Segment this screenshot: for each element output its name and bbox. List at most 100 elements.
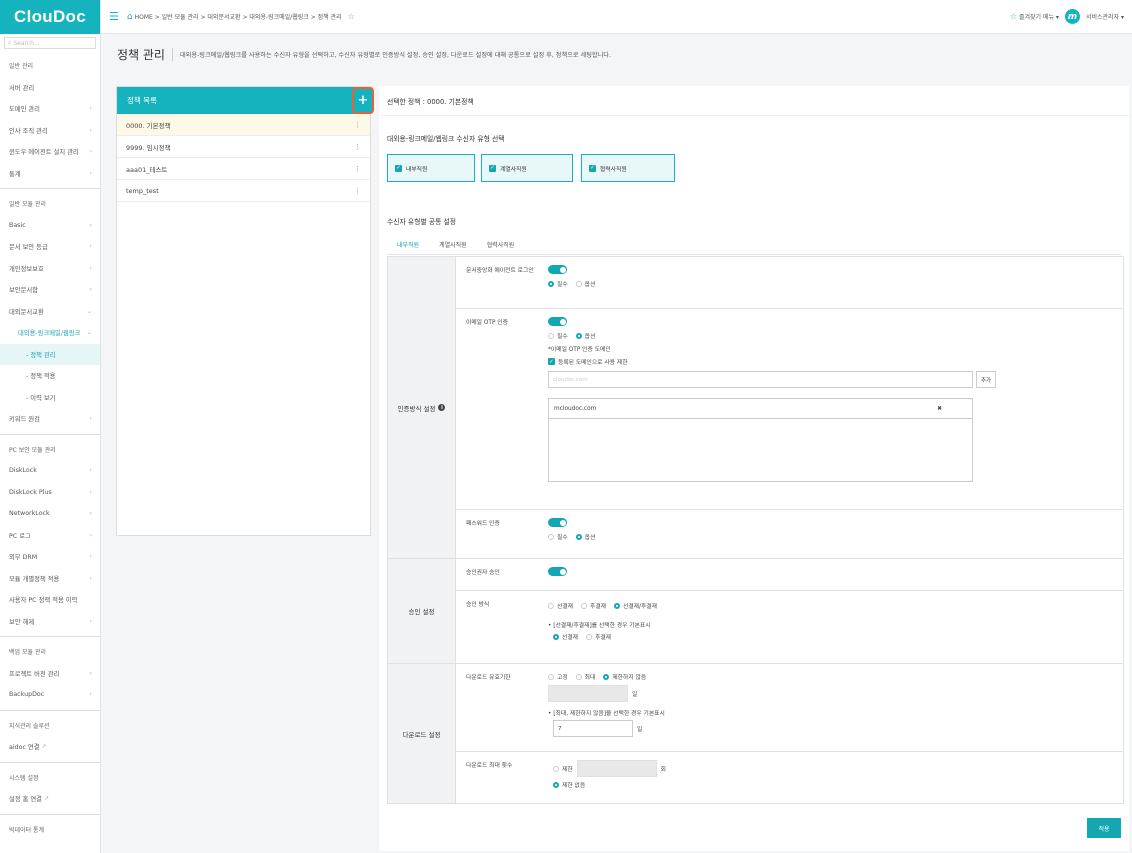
sidebar-section: 시스템 설정 <box>9 774 39 782</box>
policy-list-item[interactable]: temp_test ⋮ <box>117 180 370 202</box>
avatar[interactable]: m <box>1064 9 1080 24</box>
sidebar-item[interactable]: - 정책 관리 <box>0 343 100 365</box>
home-icon[interactable]: ⌂ <box>127 12 133 22</box>
remove-icon[interactable]: ✖ <box>937 406 942 412</box>
sidebar-search-input[interactable]: ⌕ Search... <box>4 37 96 49</box>
policy-list-item[interactable]: 9999. 임시정책 ⋮ <box>117 136 370 158</box>
approver-toggle[interactable] <box>548 567 567 576</box>
email-otp-domain-note: *이메일 OTP 인증 도메인 <box>548 347 611 353</box>
sidebar-item[interactable]: Basic › <box>0 215 100 237</box>
add-policy-button[interactable]: + <box>352 87 374 114</box>
count-unlimited-radio[interactable]: 제한 없음 <box>553 780 585 789</box>
password-required-radio[interactable]: 필수 <box>548 532 568 541</box>
policy-list-item[interactable]: 0000. 기본정책 ⋮ <box>117 114 370 136</box>
sidebar-divider <box>0 761 100 763</box>
user-menu[interactable]: 서비스관리자 ▾ <box>1086 12 1124 21</box>
email-otp-optional-radio[interactable]: 옵션 <box>575 331 595 340</box>
sidebar-item[interactable]: DiskLock › <box>0 460 100 482</box>
chevron-icon: › <box>89 148 92 156</box>
default-pre-radio[interactable]: 선결재 <box>553 632 578 641</box>
sidebar-section: PC 보안 모듈 관리 <box>9 446 56 454</box>
agent-login-toggle[interactable] <box>548 265 567 274</box>
add-domain-button[interactable]: 추가 <box>976 371 996 388</box>
sidebar-item[interactable]: PC 로그 › <box>0 525 100 547</box>
sidebar-item[interactable]: 통계 › <box>0 163 100 185</box>
password-auth-toggle[interactable] <box>548 518 567 527</box>
default-period-input[interactable]: 7 <box>553 720 633 737</box>
clouddoc-logo[interactable]: ClouDoc <box>0 0 100 34</box>
star-icon: ☆ <box>1009 12 1017 21</box>
sidebar-nav: 일반 관리서버 관리 도메인 관리 › 인사 조직 관리 › 윈도우 에이전트 설치 관리… <box>0 55 100 840</box>
default-post-radio[interactable]: 후결재 <box>586 632 611 641</box>
apply-button[interactable]: 적용 <box>1087 818 1121 838</box>
chevron-icon: › <box>89 264 92 272</box>
registered-domain-only-checkbox[interactable]: ✓ 등록된 도메인으로 사용 제한 <box>548 357 1123 366</box>
count-limit-radio[interactable]: 제한 <box>553 764 573 773</box>
email-otp-toggle[interactable] <box>548 317 567 326</box>
recipient-type-internal[interactable]: ✓ 내부직원 <box>387 154 475 182</box>
menu-icon[interactable]: ☰ <box>109 10 119 23</box>
sidebar-item[interactable]: 외부 DRM › <box>0 546 100 568</box>
favorites-menu[interactable]: ☆ 즐겨찾기 메뉴 ▾ <box>1010 12 1059 21</box>
auth-settings-label: 인증방식 설정 i <box>388 257 456 558</box>
info-icon[interactable]: i <box>438 404 446 411</box>
sidebar-item[interactable]: aidoc 연결 ↗ <box>0 736 100 758</box>
sidebar-item[interactable]: - 정책 적용 <box>0 365 100 387</box>
sidebar-item[interactable]: 모듈 개별정책 적용 › <box>0 568 100 590</box>
sidebar-item[interactable]: DiskLock Plus › <box>0 482 100 504</box>
chevron-icon: › <box>89 221 92 229</box>
chevron-icon: › <box>89 531 92 539</box>
pre-post-approval-radio[interactable]: 선결재/후결재 <box>614 601 657 610</box>
star-icon[interactable]: ☆ <box>348 12 355 21</box>
domain-input[interactable]: cloudoc.com <box>548 371 973 388</box>
email-otp-required-radio[interactable]: 필수 <box>548 331 568 340</box>
sidebar-item[interactable]: 대외문서교환 ⌄ <box>0 301 100 323</box>
auth-settings-group: 인증방식 설정 i 문서중앙화 에이전트 로그인 필수 옵션 이메일 OTP 인… <box>388 257 1123 559</box>
sidebar-item[interactable]: 프로젝트 버전 관리 › <box>0 663 100 685</box>
breadcrumb: ⌂ HOME > 일반 모듈 관리 > 대외문서교환 > 대외용-링크메일/웹링… <box>126 11 355 22</box>
period-fixed-radio[interactable]: 고정 <box>548 672 568 681</box>
pre-approval-radio[interactable]: 선결재 <box>548 601 573 610</box>
sidebar-item[interactable]: 보안 해제 › <box>0 611 100 633</box>
recipient-type-partner[interactable]: ✓ 협력사직원 <box>581 154 675 182</box>
period-unlimited-radio[interactable]: 제한하지 않음 <box>603 672 646 681</box>
sidebar-item[interactable]: NetworkLock › <box>0 503 100 525</box>
chevron-icon: › <box>89 105 92 113</box>
chevron-icon: › <box>89 553 92 561</box>
chevron-icon: › <box>89 669 92 677</box>
more-options-icon[interactable]: ⋮ <box>354 187 361 195</box>
external-link-icon: ↗ <box>41 743 47 751</box>
sidebar-item[interactable]: BackupDoc › <box>0 684 100 706</box>
sidebar-item[interactable]: 도메인 관리 › <box>0 98 100 120</box>
sidebar-section: 일반 관리 <box>9 63 33 71</box>
password-optional-radio[interactable]: 옵션 <box>575 532 595 541</box>
sidebar-item[interactable]: 대외용-링크메일/웹링크 ⌄ <box>0 322 100 344</box>
agent-login-optional-radio[interactable]: 옵션 <box>575 279 595 288</box>
page-title: 정책 관리 <box>117 47 165 62</box>
max-count-input[interactable] <box>576 760 657 777</box>
post-approval-radio[interactable]: 후결재 <box>581 601 606 610</box>
sidebar-item[interactable]: 서버 관리 <box>0 77 100 99</box>
sidebar-item[interactable]: 사용자 PC 정책 적용 이력 <box>0 589 100 611</box>
chevron-icon: › <box>89 169 92 177</box>
sidebar-item[interactable]: 키워드 원검 › <box>0 408 100 430</box>
more-options-icon[interactable]: ⋮ <box>354 121 361 129</box>
period-days-input[interactable] <box>548 685 628 702</box>
agent-login-required-radio[interactable]: 필수 <box>548 279 568 288</box>
sidebar-item[interactable]: 설정 홈 연결 ↗ <box>0 788 100 810</box>
sidebar-item[interactable]: 윈도우 에이전트 설치 관리 › <box>0 141 100 163</box>
sidebar-item[interactable]: - 이력 보기 <box>0 387 100 409</box>
more-options-icon[interactable]: ⋮ <box>354 165 361 173</box>
page-description: 대외용-링크메일/웹링크를 사용하는 수신자 유형을 선택하고, 수신자 유형별… <box>179 51 611 59</box>
period-max-radio[interactable]: 최대 <box>575 672 595 681</box>
sidebar-item[interactable]: 인사 조직 관리 › <box>0 120 100 142</box>
sidebar-item[interactable]: 개인정보보호 › <box>0 258 100 280</box>
chevron-icon: › <box>89 415 92 423</box>
chevron-icon: › <box>89 574 92 582</box>
more-options-icon[interactable]: ⋮ <box>354 143 361 151</box>
recipient-type-affiliate[interactable]: ✓ 계열사직원 <box>481 154 573 182</box>
policy-list-item[interactable]: aaa01_테스트 ⋮ <box>117 158 370 180</box>
sidebar-item[interactable]: 문서 보안 등급 › <box>0 236 100 258</box>
title-divider <box>171 47 173 61</box>
sidebar-item[interactable]: 보안문서함 › <box>0 279 100 301</box>
